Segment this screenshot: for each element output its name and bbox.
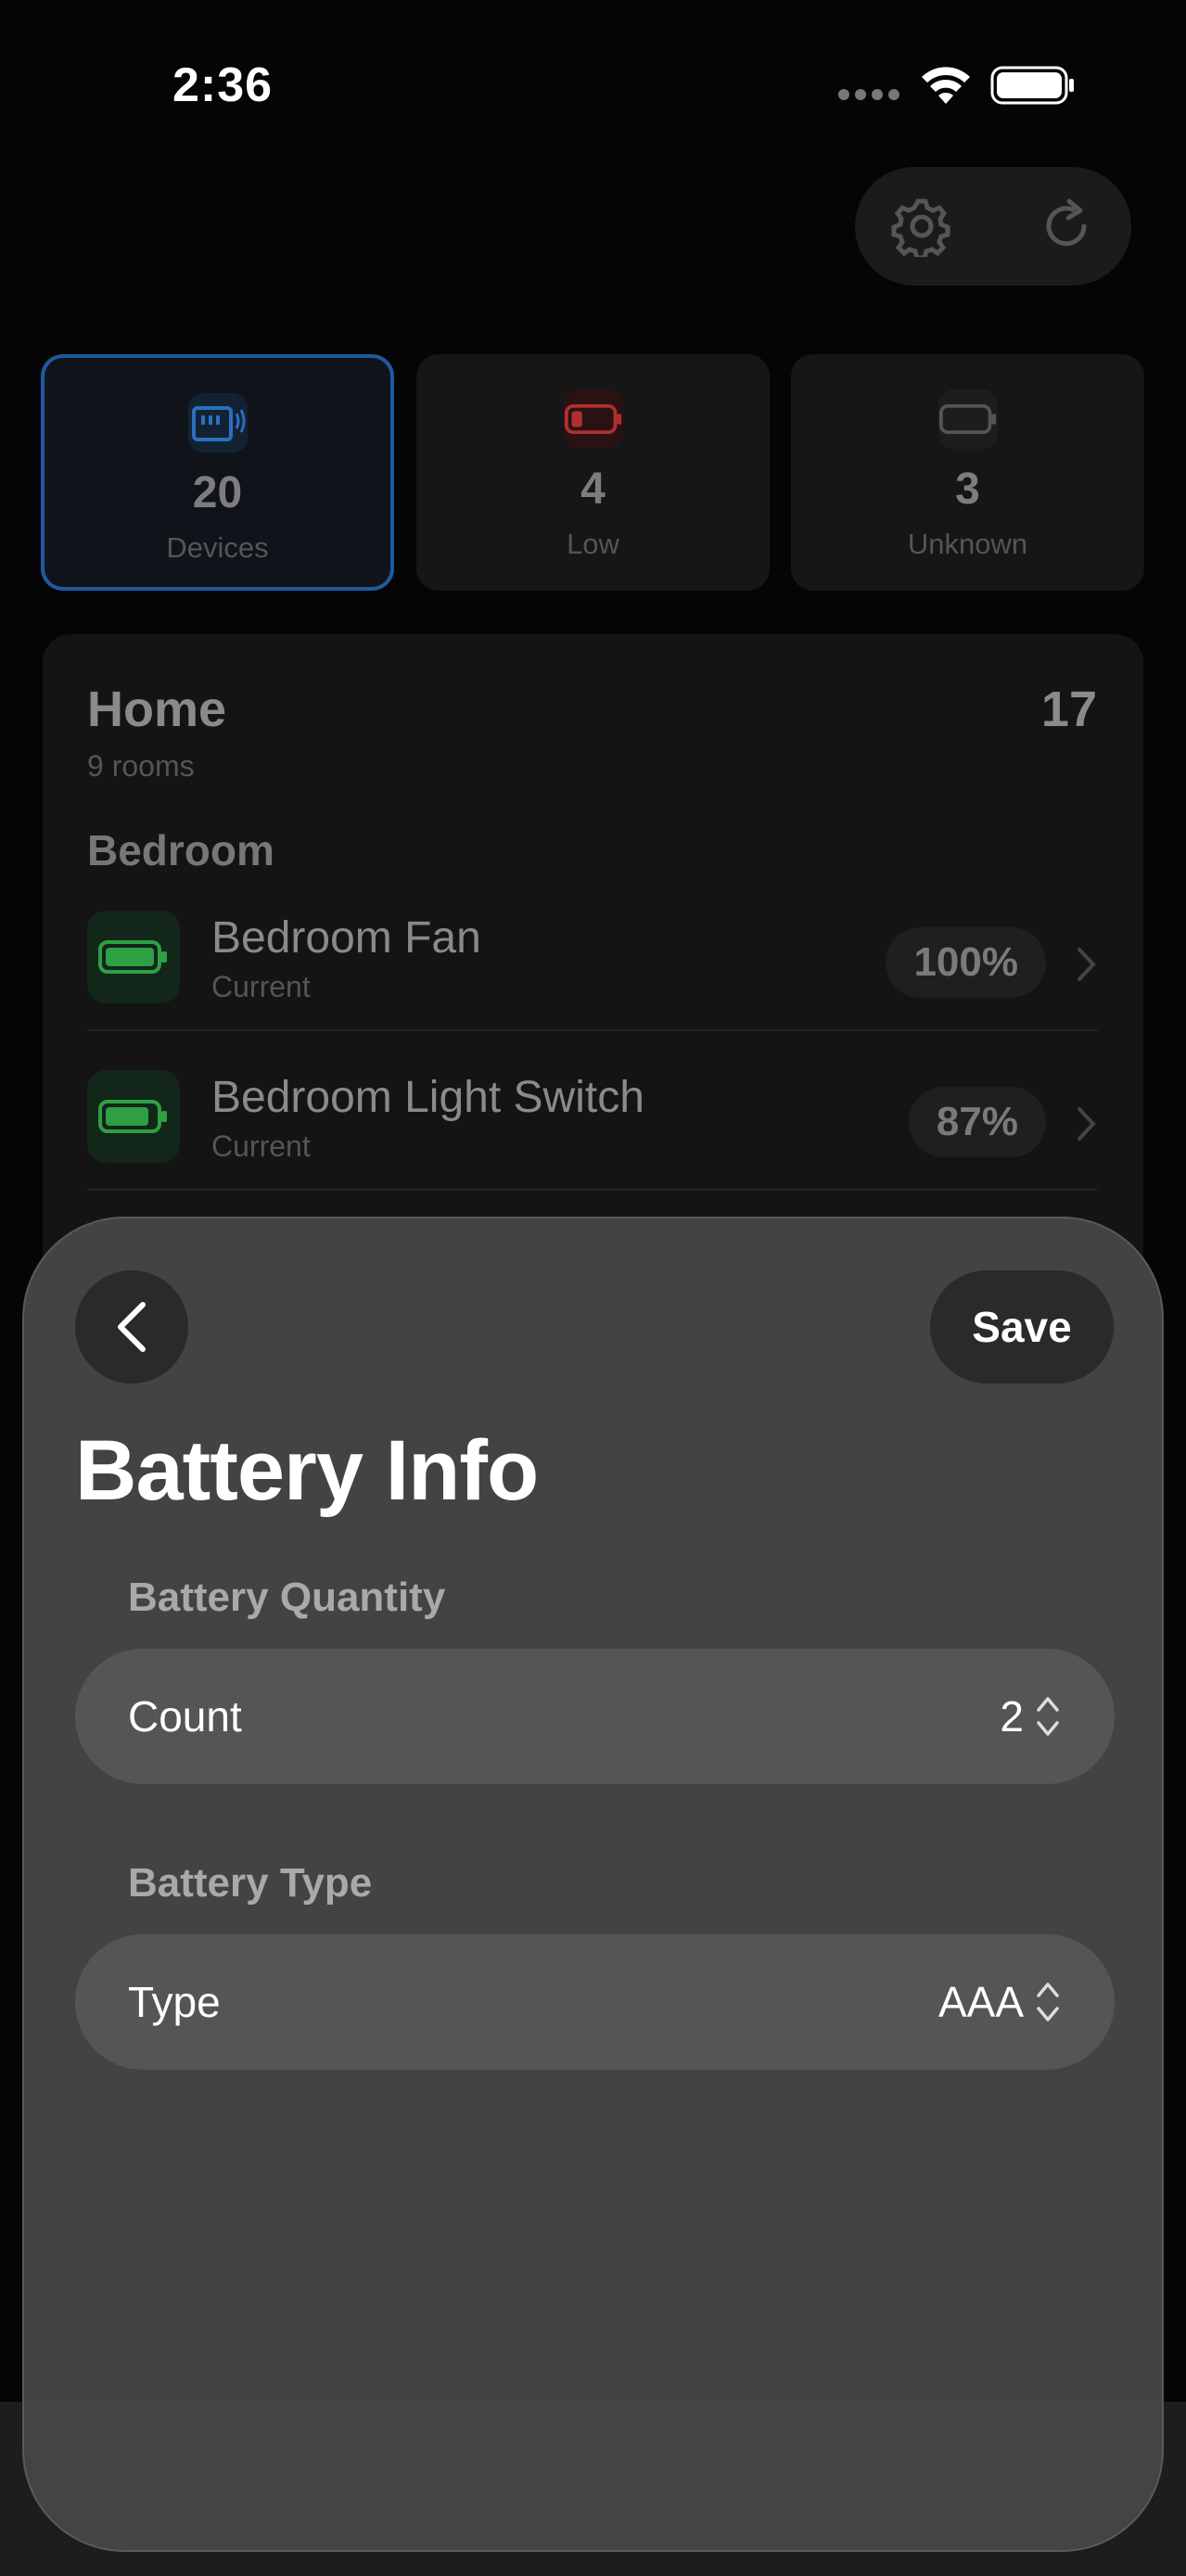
low-battery-icon [563,389,623,449]
type-label: Type [128,1978,221,2026]
up-down-chevron-icon [1037,1697,1059,1736]
sheet-title: Battery Info [75,1423,539,1518]
toolbar [855,167,1131,286]
back-button[interactable] [75,1270,188,1384]
battery-info-sheet: Save Battery Info Battery Quantity Count… [22,1217,1164,2552]
save-button[interactable]: Save [930,1270,1114,1384]
stat-value: 3 [955,465,980,514]
chevron-right-icon [1078,948,1096,981]
stat-label: Low [567,528,619,560]
battery-percent-badge: 87% [908,1087,1046,1157]
count-value: 2 [1000,1692,1024,1741]
full-battery-icon [87,1070,180,1163]
refresh-icon [1046,198,1087,247]
status-bar: 2:36 [0,0,1186,176]
stat-label: Unknown [907,528,1028,560]
room-title: Bedroom [87,826,274,874]
unknown-battery-icon [937,389,998,449]
stat-card-unknown[interactable]: 3 Unknown [791,354,1144,591]
up-down-chevron-icon [1037,1983,1059,2021]
count-picker[interactable]: Count 2 [75,1649,1115,1784]
wifi-icon [922,67,970,104]
battery-quantity-label: Battery Quantity [128,1575,446,1620]
stat-value: 20 [192,468,243,517]
stat-value: 4 [580,465,606,514]
home-device-count: 17 [1040,682,1097,737]
chevron-right-icon [1078,1107,1096,1141]
stat-card-low[interactable]: 4 Low [416,354,770,591]
gear-icon [891,198,950,257]
type-picker[interactable]: Type AAA [75,1934,1115,2070]
status-time: 2:36 [172,58,274,112]
device-status: Current [211,1129,311,1163]
device-status: Current [211,970,311,1003]
device-name: Bedroom Fan [211,913,481,963]
battery-status-icon [990,66,1074,105]
device-row[interactable]: Bedroom Fan Current 100% [87,872,1098,1031]
count-label: Count [128,1692,242,1741]
device-name: Bedroom Light Switch [211,1073,644,1122]
battery-percent-badge: 100% [886,927,1046,998]
stat-label: Devices [166,531,269,564]
device-row[interactable]: Bedroom Light Switch Current 87% [87,1031,1098,1191]
battery-type-label: Battery Type [128,1860,373,1906]
devices-icon [187,393,248,453]
cellular-signal-icon [838,89,899,102]
type-value: AAA [937,1978,1024,2026]
refresh-button[interactable] [1026,185,1107,267]
home-title: Home [87,682,227,737]
chevron-left-icon [118,1302,146,1352]
settings-button[interactable] [881,185,963,267]
full-battery-icon [87,911,180,1003]
stat-card-devices[interactable]: 20 Devices [41,354,394,591]
home-room-count: 9 rooms [87,749,195,783]
